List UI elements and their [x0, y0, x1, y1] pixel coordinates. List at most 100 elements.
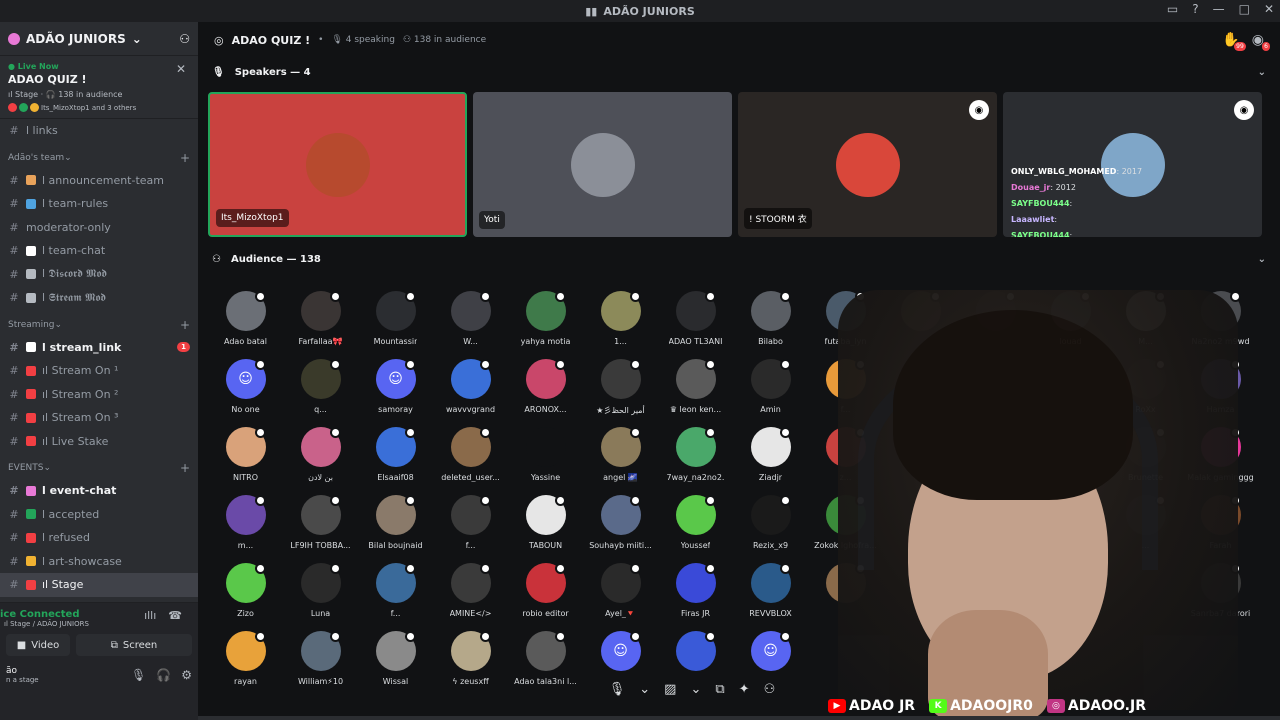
audience-member[interactable]: yahya motia — [508, 281, 583, 349]
audience-member[interactable]: Wissal — [358, 621, 433, 689]
channel-item[interactable]: # l team-chat — [0, 239, 198, 263]
audience-member[interactable]: Adao tala3ni l... — [508, 621, 583, 689]
raise-hand-icon[interactable]: ✋ 99 — [1222, 32, 1246, 51]
pin-icon[interactable]: ◉ — [1234, 100, 1254, 120]
channel-item[interactable]: # l art-showcase — [0, 550, 198, 574]
audience-member[interactable]: Souhayb miiti... — [583, 485, 658, 553]
audience-member[interactable]: Elsaaif08 — [358, 417, 433, 485]
minimize-icon[interactable]: — — [1213, 2, 1225, 16]
microphone-icon[interactable]: 🎙 — [609, 682, 626, 697]
channel-item[interactable]: # ıl Stream On ² — [0, 383, 198, 407]
add-member-icon[interactable]: ⚇ — [179, 32, 190, 46]
audience-member[interactable]: Bilabo — [733, 281, 808, 349]
audience-member[interactable]: ♛ leon ken... — [658, 349, 733, 417]
audience-member[interactable]: q... — [283, 349, 358, 417]
speakers-header[interactable]: 🎙 Speakers — 4 ⌄ — [198, 58, 1280, 86]
channel-item[interactable]: # ıl Stage — [0, 573, 198, 597]
audience-member[interactable]: Luna — [283, 553, 358, 621]
audience-member[interactable]: ★彡أمير الحظ — [583, 349, 658, 417]
close-icon[interactable]: ✕ — [1264, 2, 1274, 16]
channel-item[interactable]: # l team-rules — [0, 192, 198, 216]
audience-member[interactable]: REVVBLOX — [733, 553, 808, 621]
channel-item[interactable]: # l refused — [0, 526, 198, 550]
audience-member[interactable]: ARONOX... — [508, 349, 583, 417]
signal-icon[interactable]: ıllı — [144, 609, 156, 622]
audience-member[interactable]: Amin — [733, 349, 808, 417]
audience-member[interactable]: Ziadjr — [733, 417, 808, 485]
chevron-down-icon[interactable]: ⌄ — [690, 682, 701, 697]
channel-item[interactable]: # ıl Stream On ¹ — [0, 359, 198, 383]
close-icon[interactable]: ✕ — [176, 62, 186, 76]
channel-item[interactable]: # l links — [0, 119, 198, 143]
inbox-icon[interactable]: ◉ 6 — [1252, 32, 1270, 51]
audience-member[interactable]: rayan — [208, 621, 283, 689]
speaker-tile[interactable]: ! STOORM 衣 ◉ — [738, 92, 997, 237]
audience-member[interactable]: LF9IH TOBBA... — [283, 485, 358, 553]
add-channel-icon[interactable]: + — [180, 151, 190, 165]
screen-icon[interactable]: ▭ — [1167, 2, 1178, 16]
microphone-icon[interactable]: 🎙 — [131, 668, 146, 682]
chevron-down-icon[interactable]: ⌄ — [639, 682, 650, 697]
category-header[interactable]: Streaming ⌄ + — [0, 314, 198, 336]
audience-member[interactable]: NITRO — [208, 417, 283, 485]
audience-member[interactable]: TABOUN — [508, 485, 583, 553]
audience-member[interactable]: wavvvgrand — [433, 349, 508, 417]
speaker-tile[interactable]: ◉ ONLY_WBLG_MOHAMED: 2017 Douae_jr: 2012 SA… — [1003, 92, 1262, 237]
audience-member[interactable]: ☺ samoray — [358, 349, 433, 417]
live-stage-card[interactable]: ● Live Now ADAO QUIZ ! ıl Stage · 🎧 138 … — [0, 56, 198, 119]
screen-share-icon[interactable]: ⧉ — [715, 682, 724, 697]
audience-member[interactable]: f... — [433, 485, 508, 553]
add-channel-icon[interactable]: + — [180, 461, 190, 475]
channel-item[interactable]: # moderator-only — [0, 216, 198, 240]
audience-member[interactable]: Youssef — [658, 485, 733, 553]
audience-member[interactable]: Zizo — [208, 553, 283, 621]
audience-member[interactable]: بن لادن — [283, 417, 358, 485]
audience-member[interactable]: Ayel_🔻 — [583, 553, 658, 621]
speaker-tile[interactable]: Yoti — [473, 92, 732, 237]
channel-item[interactable]: # l event-chat — [0, 479, 198, 503]
gear-icon[interactable]: ⚙ — [181, 668, 192, 682]
audience-member[interactable]: Bilal boujnaid — [358, 485, 433, 553]
audience-member[interactable]: ADAO TL3ANI — [658, 281, 733, 349]
audience-member[interactable]: Rezix_x9 — [733, 485, 808, 553]
audience-member[interactable]: m... — [208, 485, 283, 553]
audience-member[interactable]: ☺ No one — [208, 349, 283, 417]
headphones-icon[interactable]: 🎧 — [156, 668, 171, 682]
add-channel-icon[interactable]: + — [180, 318, 190, 332]
channel-item[interactable]: # ıl Stream On ³ — [0, 406, 198, 430]
audience-member[interactable]: Yassine — [508, 417, 583, 485]
user-name[interactable]: ão — [6, 666, 39, 676]
audience-member[interactable]: deleted_user... — [433, 417, 508, 485]
channel-item[interactable]: # l 𝕾𝖙𝖗𝖊𝖆𝖒 𝕸𝖔𝖉 — [0, 286, 198, 310]
audience-member[interactable]: 1... — [583, 281, 658, 349]
audience-member[interactable]: Adao batal — [208, 281, 283, 349]
audience-member[interactable]: W... — [433, 281, 508, 349]
audience-member[interactable]: f... — [358, 553, 433, 621]
channel-item[interactable]: # l announcement-team — [0, 169, 198, 193]
audience-member[interactable]: Mountassir — [358, 281, 433, 349]
audience-member[interactable]: William⚡10 — [283, 621, 358, 689]
channel-item[interactable]: # l 𝕯𝖎𝖘𝖈𝖔𝖗𝖉 𝕸𝖔𝖉 — [0, 263, 198, 287]
audience-member[interactable]: Farfallaa🎀 — [283, 281, 358, 349]
voice-location[interactable]: ıl Stage / ADÃO JUNIORS — [0, 620, 89, 628]
video-button[interactable]: ■ Video — [6, 634, 70, 656]
chevron-down-icon[interactable]: ⌄ — [1258, 67, 1266, 78]
category-header[interactable]: Adão's team ⌄ + — [0, 147, 198, 169]
channel-item[interactable]: # l accepted — [0, 503, 198, 527]
audience-member[interactable]: angel 🌌 — [583, 417, 658, 485]
maximize-icon[interactable]: □ — [1239, 2, 1250, 16]
chevron-down-icon[interactable]: ⌄ — [1258, 254, 1266, 265]
camera-off-icon[interactable]: ▨ — [664, 682, 676, 697]
pin-icon[interactable]: ◉ — [969, 100, 989, 120]
server-header[interactable]: ADÃO JUNIORS ⌄ ⚇ — [0, 22, 198, 56]
channel-item[interactable]: # ıl Live Stake — [0, 430, 198, 454]
audience-member[interactable]: 7way_na2no2. — [658, 417, 733, 485]
screen-share-button[interactable]: ⧉ Screen — [76, 634, 192, 656]
invite-icon[interactable]: ⚇ — [764, 682, 776, 697]
audience-header[interactable]: ⚇ Audience — 138 ⌄ — [198, 245, 1280, 273]
channel-item[interactable]: # l stream_link 1 — [0, 336, 198, 360]
audience-member[interactable]: Firas JR — [658, 553, 733, 621]
speaker-tile[interactable]: Its_MizoXtop1 — [208, 92, 467, 237]
audience-member[interactable]: robio editor — [508, 553, 583, 621]
audience-member[interactable]: ϟ zeusxff — [433, 621, 508, 689]
